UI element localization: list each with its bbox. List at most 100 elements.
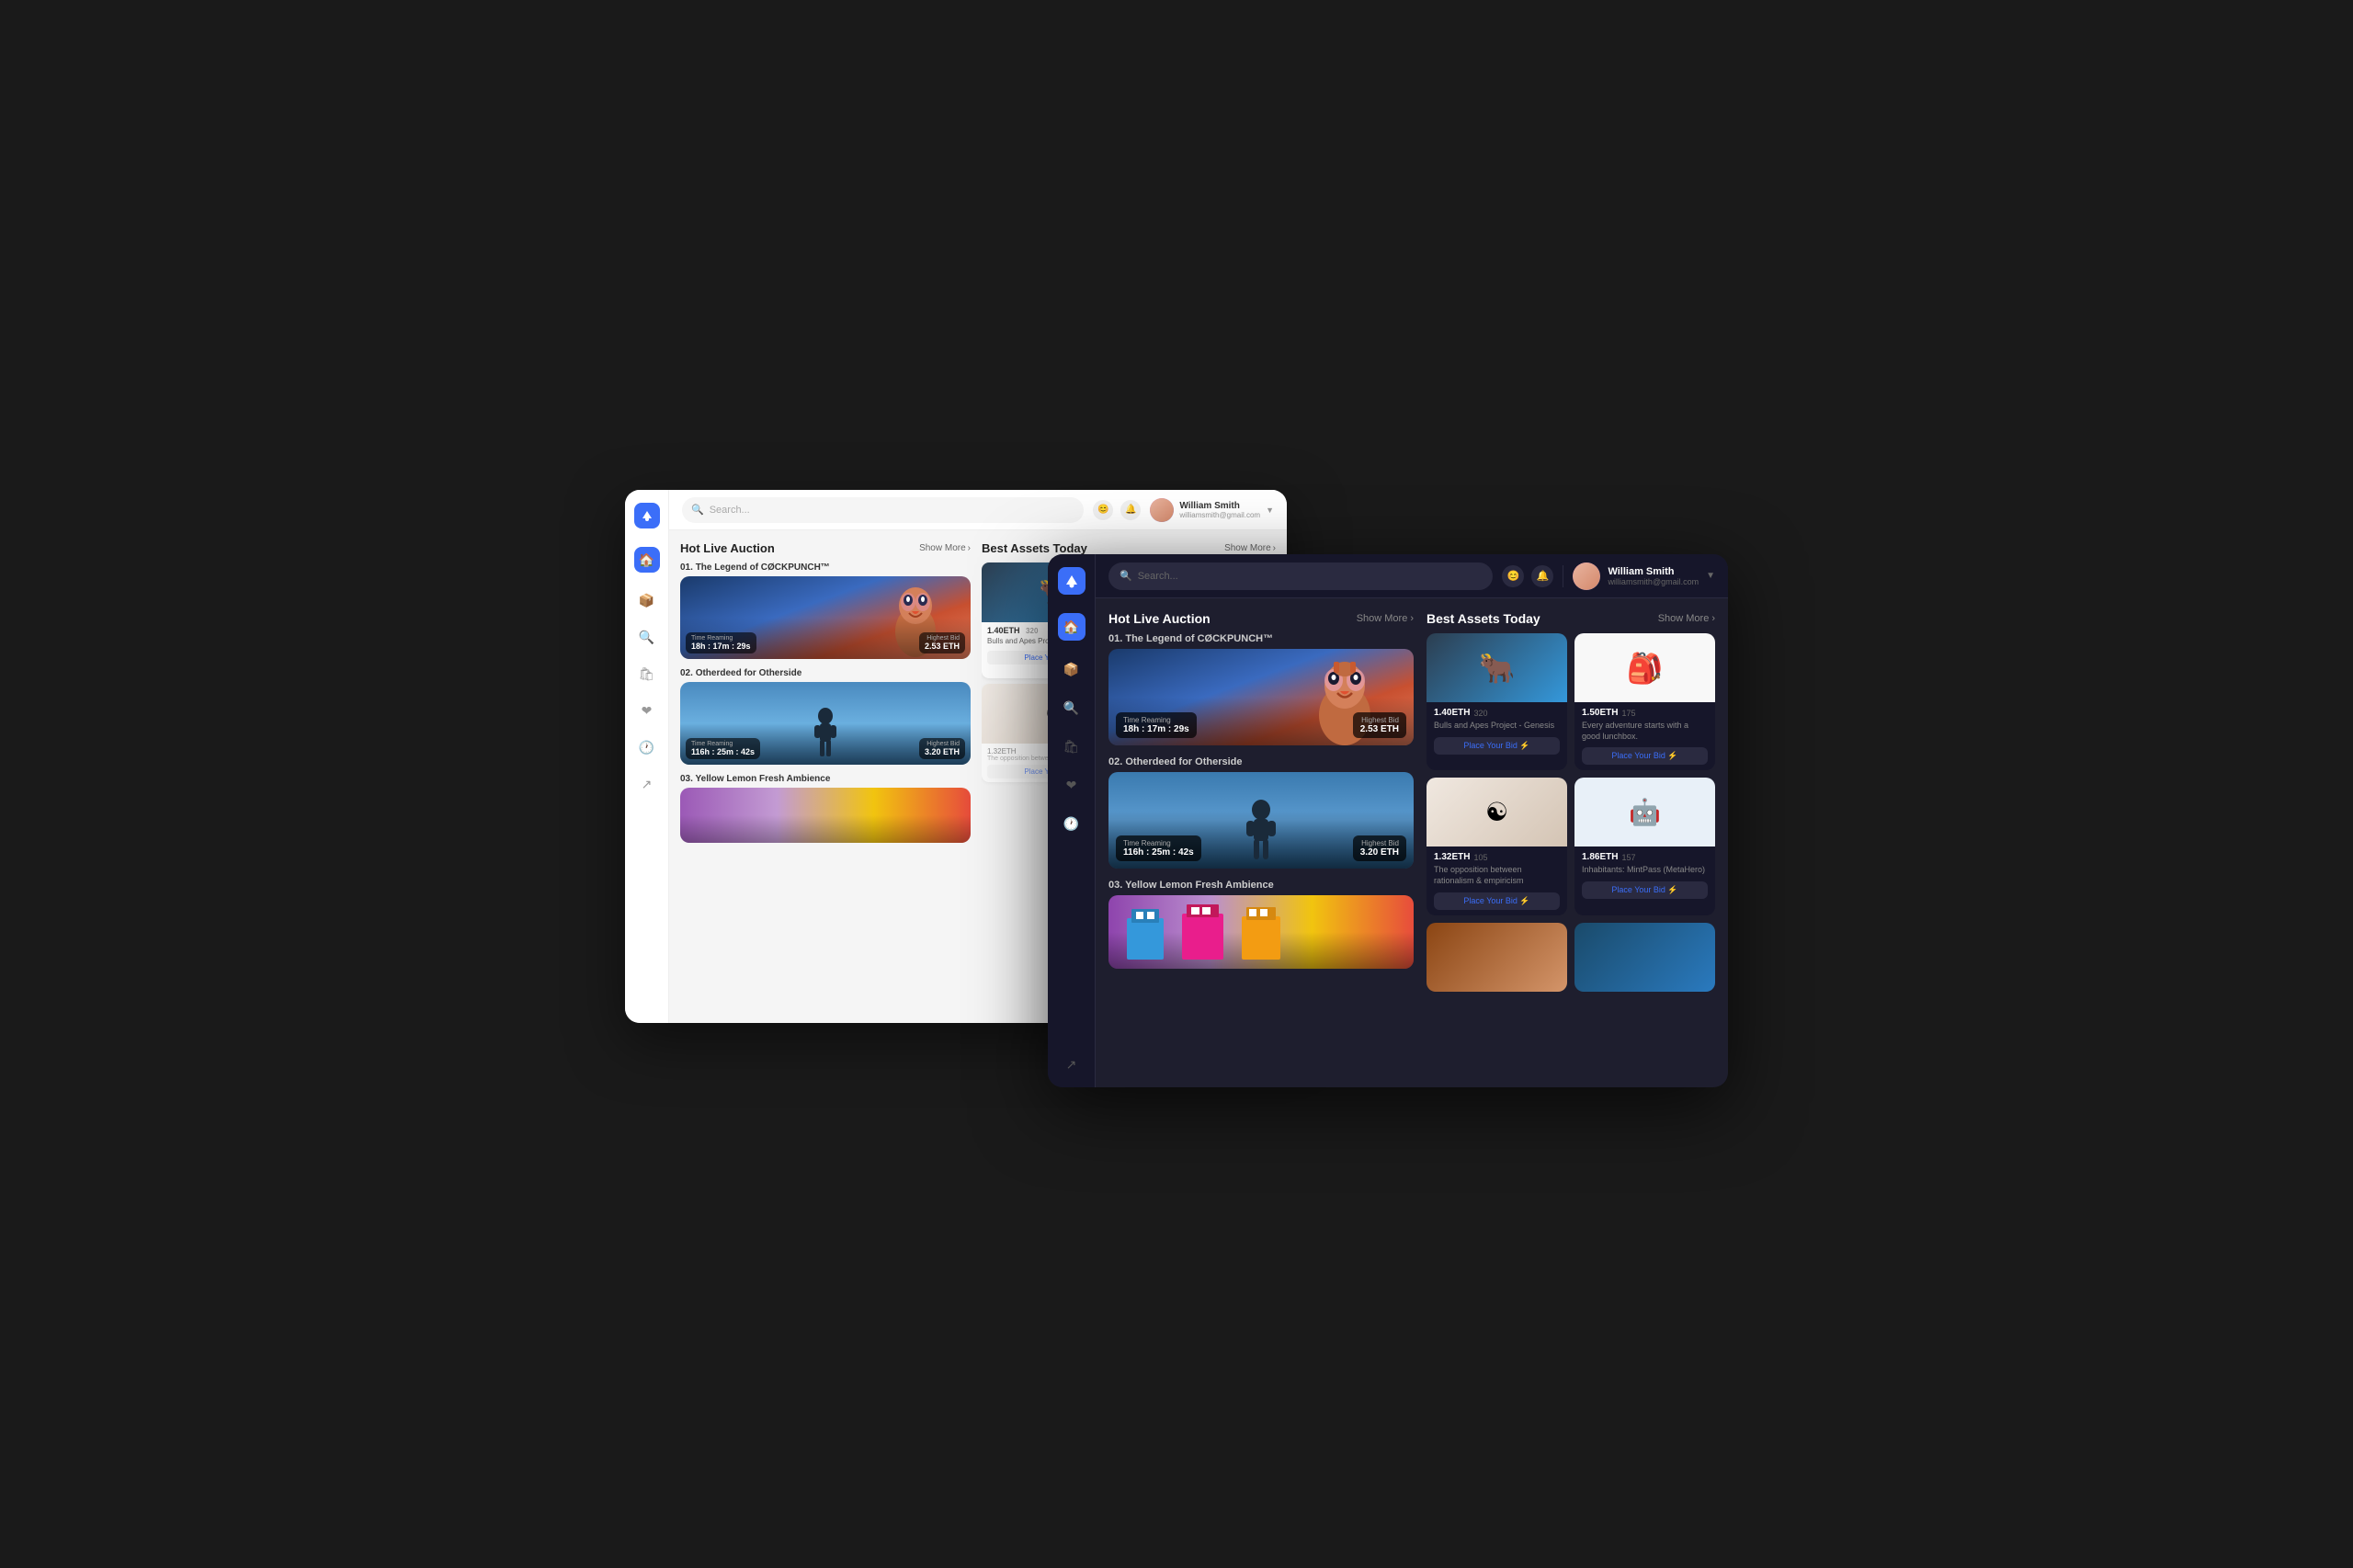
sidebar-heart-light[interactable]: ❤ [638,701,656,720]
dark-assets-show-more[interactable]: Show More › [1658,613,1715,624]
light-assets-show-more[interactable]: Show More › [1224,543,1276,553]
light-auction-thumb-1[interactable]: Time Reaming 18h : 17m : 29s Highest Bid… [680,576,971,659]
chevron-right-icon-2: › [1273,543,1276,553]
pixel-nft-light [680,788,971,843]
dark-auction-title: Hot Live Auction [1108,611,1211,626]
dark-place-bid-2[interactable]: Place Your Bid ⚡ [1582,747,1708,765]
dark-asset-2-meta: 1.50ETH 175 [1582,708,1708,718]
dark-asset-1[interactable]: 🐂 1.40ETH 320 Bulls and Apes Project - G… [1427,633,1567,770]
dark-sidebar-box[interactable]: 📦 [1062,659,1082,679]
dark-bid-1: Highest Bid 2.53 ETH [1353,712,1406,738]
dark-auction-thumb-2[interactable]: Time Reaming 116h : 25m : 42s Highest Bi… [1108,772,1414,869]
light-auction-item-2: 02. Otherdeed for Otherside [680,668,971,765]
dark-auction-item-2: 02. Otherdeed for Otherside [1108,756,1414,869]
dark-asset-2-info: 1.50ETH 175 Every adventure starts with … [1574,702,1715,770]
dark-asset-3-thumb: ☯ [1427,778,1567,846]
bell-icon-light[interactable]: 🔔 [1120,500,1141,520]
pixel-nft-dark [1108,895,1414,969]
dark-card: 🏠 📦 🔍 🛍 ❤ 🕐 ↗ 🔍 Search... 😊 🔔 [1048,554,1728,1087]
dark-asset-6-thumb [1574,923,1715,992]
dark-sidebar-logout[interactable]: ↗ [1062,1054,1082,1074]
light-auction-show-more[interactable]: Show More › [919,543,971,553]
dark-content: Hot Live Auction Show More › 01. The Leg… [1096,598,1728,1087]
scene: 🏠 📦 🔍 🛍 ❤ 🕐 ↗ 🔍 Search... 😊 🔔 [625,462,1728,1106]
dark-asset-4-thumb: 🤖 [1574,778,1715,846]
dark-place-bid-1[interactable]: Place Your Bid ⚡ [1434,737,1560,755]
light-item-1-title: 01. The Legend of CØCKPUNCH™ [680,562,971,573]
dark-asset-5[interactable] [1427,923,1567,992]
dark-header: 🔍 Search... 😊 🔔 William Smith williamsmi… [1096,554,1728,598]
dark-asset-1-meta: 1.40ETH 320 [1434,708,1560,718]
dark-asset-4-info: 1.86ETH 157 Inhabitants: MintPass (MetaH… [1574,846,1715,904]
light-avatar [1150,498,1174,522]
dark-asset-3-meta: 1.32ETH 105 [1434,852,1560,862]
dark-header-icons: 😊 🔔 [1502,565,1553,587]
dark-sidebar-heart[interactable]: ❤ [1062,775,1082,795]
dark-asset-1-desc: Bulls and Apes Project - Genesis [1434,721,1560,732]
sidebar-bag-light[interactable]: 🛍 [638,665,656,683]
dark-assets-title: Best Assets Today [1427,611,1540,626]
dark-auction-2-overlay: Time Reaming 116h : 25m : 42s Highest Bi… [1116,835,1406,861]
light-user-email: williamsmith@gmail.com [1179,511,1260,519]
dark-user: William Smith williamsmith@gmail.com ▼ [1573,562,1715,590]
sidebar-clock-light[interactable]: 🕐 [638,738,656,756]
chevron-right-dark: › [1711,613,1715,624]
dark-assets-grid-extra [1427,923,1715,992]
dark-sidebar: 🏠 📦 🔍 🛍 ❤ 🕐 ↗ [1048,554,1096,1087]
sidebar-home-light[interactable]: 🏠 [634,547,660,573]
sidebar-logout-light[interactable]: ↗ [638,775,656,793]
dark-place-bid-3[interactable]: Place Your Bid ⚡ [1434,892,1560,910]
light-auction-title: Hot Live Auction [680,541,775,555]
dark-asset-6[interactable] [1574,923,1715,992]
light-auction-thumb-2[interactable]: Time Reaming 116h : 25m : 42s Highest Bi… [680,682,971,765]
dark-asset-1-thumb: 🐂 [1427,633,1567,702]
light-auction-1-overlay: Time Reaming 18h : 17m : 29s Highest Bid… [686,632,965,653]
light-auction-thumb-3[interactable] [680,788,971,843]
light-auction-header: Hot Live Auction Show More › [680,541,971,555]
dark-sidebar-home[interactable]: 🏠 [1058,613,1086,641]
dark-asset-4-desc: Inhabitants: MintPass (MetaHero) [1582,865,1708,876]
bell-icon-dark[interactable]: 🔔 [1531,565,1553,587]
dark-main: 🔍 Search... 😊 🔔 William Smith williamsmi… [1096,554,1728,1087]
dark-sidebar-clock[interactable]: 🕐 [1062,813,1082,834]
light-header-icons: 😊 🔔 [1093,500,1141,520]
chevron-right-icon: › [968,543,971,553]
light-logo[interactable] [634,503,660,528]
dark-avatar [1573,562,1600,590]
dark-auction-thumb-3[interactable] [1108,895,1414,969]
dark-place-bid-4[interactable]: Place Your Bid ⚡ [1582,881,1708,899]
dark-asset-2[interactable]: 🎒 1.50ETH 175 Every adventure starts wit… [1574,633,1715,770]
dark-item-1-title: 01. The Legend of CØCKPUNCH™ [1108,633,1414,644]
dark-timer-2: Time Reaming 116h : 25m : 42s [1116,835,1201,861]
sidebar-search-light[interactable]: 🔍 [638,628,656,646]
dark-user-name: William Smith [1608,566,1699,577]
light-left-panel: Hot Live Auction Show More › 01. The Leg… [669,530,982,1023]
dark-user-email: williamsmith@gmail.com [1608,577,1699,586]
dark-auction-item-1: 01. The Legend of CØCKPUNCH™ [1108,633,1414,745]
emoji-icon-light[interactable]: 😊 [1093,500,1113,520]
dark-auction-header: Hot Live Auction Show More › [1108,611,1414,626]
dark-asset-3-info: 1.32ETH 105 The opposition between ratio… [1427,846,1567,915]
sidebar-box-light[interactable]: 📦 [638,591,656,609]
dark-sidebar-search[interactable]: 🔍 [1062,698,1082,718]
dark-asset-2-desc: Every adventure starts with a good lunch… [1582,721,1708,742]
chevron-down-icon-dark[interactable]: ▼ [1706,571,1715,581]
dark-sidebar-bag[interactable]: 🛍 [1062,736,1082,756]
dark-bid-2: Highest Bid 3.20 ETH [1353,835,1406,861]
dark-asset-3[interactable]: ☯ 1.32ETH 105 The opposition between rat… [1427,778,1567,915]
dark-logo[interactable] [1058,567,1086,595]
chevron-down-icon-light[interactable]: ▼ [1266,506,1274,515]
dark-search-placeholder: Search... [1138,571,1178,582]
dark-auction-show-more[interactable]: Show More › [1357,613,1414,624]
dark-auction-thumb-1[interactable]: Time Reaming 18h : 17m : 29s Highest Bid… [1108,649,1414,745]
light-user-name: William Smith [1179,501,1260,511]
dark-asset-2-thumb: 🎒 [1574,633,1715,702]
dark-asset-5-thumb [1427,923,1567,992]
light-user: William Smith williamsmith@gmail.com ▼ [1150,498,1274,522]
light-bid-1: Highest Bid 2.53 ETH [919,632,965,653]
dark-search-box[interactable]: 🔍 Search... [1108,562,1493,590]
light-search-box[interactable]: 🔍 Search... [682,497,1084,523]
dark-asset-4-meta: 1.86ETH 157 [1582,852,1708,862]
dark-asset-4[interactable]: 🤖 1.86ETH 157 Inhabitants: MintPass (Met… [1574,778,1715,915]
emoji-icon-dark[interactable]: 😊 [1502,565,1524,587]
